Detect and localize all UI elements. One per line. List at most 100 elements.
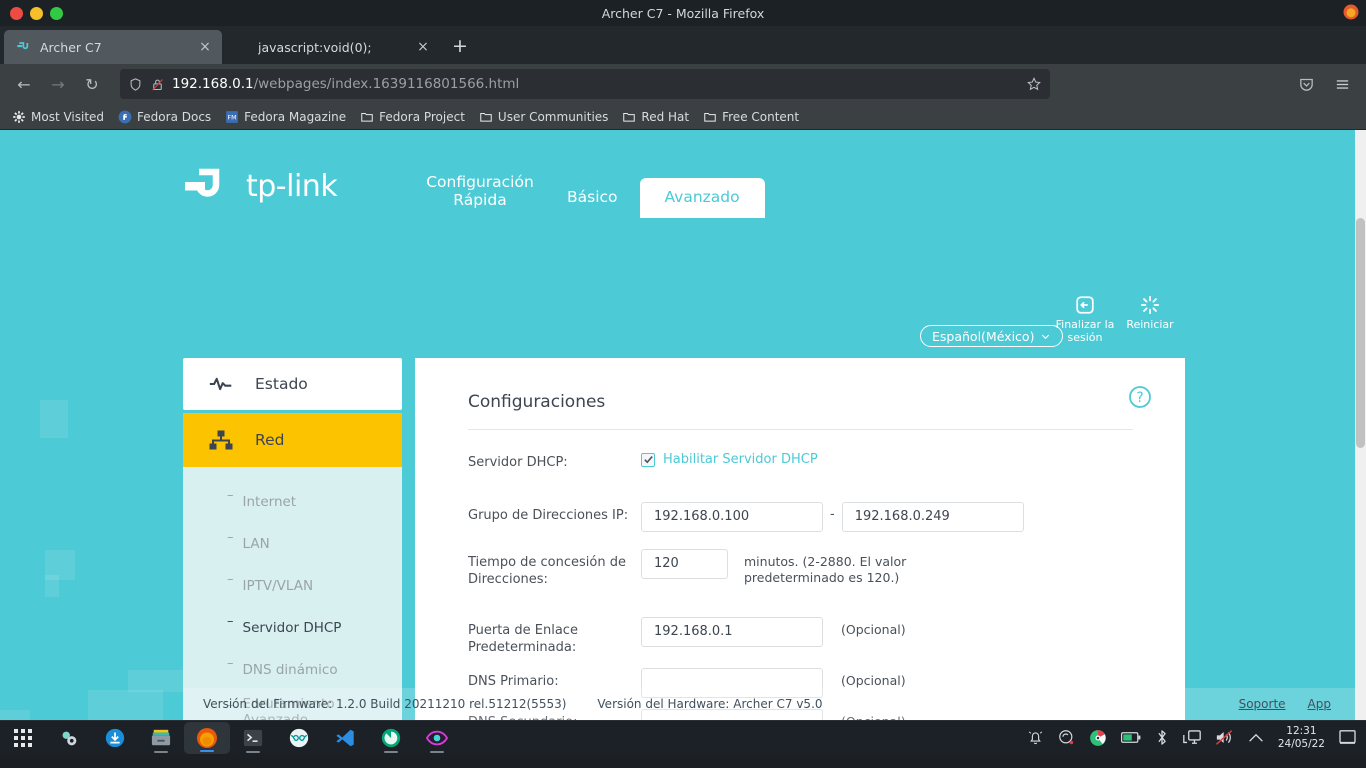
volume-muted-icon[interactable] — [1215, 729, 1234, 746]
terminal-icon — [243, 729, 263, 746]
help-button[interactable]: ? — [1128, 385, 1152, 413]
sidebar-item-internet-label: Internet — [242, 494, 297, 510]
deco-block-2 — [45, 575, 59, 597]
browser-tab-1[interactable]: Archer C7 × — [4, 30, 222, 64]
deco-block-5 — [128, 670, 188, 692]
bookmark-user-communities[interactable]: User Communities — [473, 108, 614, 126]
deco-block-6 — [40, 400, 68, 438]
dash-icon: – — [227, 530, 234, 545]
sidebar-item-servidor-dhcp[interactable]: – Servidor DHCP — [183, 607, 402, 649]
sidebar-item-iptv-vlan[interactable]: – IPTV/VLAN — [183, 565, 402, 607]
ip-pool-end-input[interactable]: 192.168.0.249 — [841, 501, 1024, 532]
url-text: 192.168.0.1/webpages/index.1639116801566… — [172, 76, 1019, 92]
logout-button[interactable]: Finalizar la sesión — [1050, 294, 1120, 344]
bookmark-fedora-project[interactable]: Fedora Project — [354, 108, 471, 126]
reload-button[interactable]: ↻ — [76, 69, 108, 99]
taskbar-app-grid[interactable] — [0, 721, 46, 755]
pocket-icon[interactable] — [1290, 69, 1322, 99]
taskbar-terminal[interactable] — [230, 721, 276, 755]
back-button[interactable]: ← — [8, 69, 40, 99]
taskbar-arduino-ide[interactable] — [276, 721, 322, 755]
url-host: 192.168.0.1 — [172, 76, 254, 92]
circle-dot-icon[interactable] — [1058, 729, 1075, 746]
bookmark-fedora-docs-label: Fedora Docs — [137, 109, 212, 124]
taskbar-settings-gears[interactable] — [46, 721, 92, 755]
running-indicator — [200, 749, 214, 752]
insecure-lock-icon[interactable] — [150, 77, 165, 92]
browser-tab-2[interactable]: javascript:void(0); × — [222, 30, 440, 64]
bookmark-most-visited[interactable]: Most Visited — [6, 108, 110, 126]
bookmark-free-content[interactable]: Free Content — [697, 108, 805, 126]
app-link[interactable]: App — [1308, 697, 1331, 711]
os-taskbar: 12:31 24/05/22 — [0, 720, 1366, 754]
battery-icon[interactable] — [1120, 731, 1141, 744]
support-link[interactable]: Soporte — [1239, 697, 1286, 711]
deco-block-3 — [88, 690, 163, 720]
sidebar-item-estado[interactable]: Estado — [183, 358, 402, 410]
sidebar-item-dns-dinamico[interactable]: – DNS dinámico — [183, 649, 402, 691]
dns-primary-hint: (Opcional) — [841, 672, 906, 688]
tab-avanzado[interactable]: Avanzado — [639, 178, 765, 218]
dhcp-enable-checkbox-row[interactable]: Habilitar Servidor DHCP — [641, 449, 818, 467]
sidebar-item-iptv-vlan-label: IPTV/VLAN — [242, 578, 314, 594]
sidebar-item-dns-dinamico-label: DNS dinámico — [242, 662, 338, 678]
bookmark-fedora-magazine[interactable]: FM Fedora Magazine — [219, 108, 352, 126]
shield-icon[interactable] — [128, 77, 143, 92]
taskbar-download-manager[interactable] — [92, 721, 138, 755]
browser-tab-1-close[interactable]: × — [196, 38, 214, 56]
taskbar-eye-app[interactable] — [414, 721, 460, 755]
notifications-bell-muted-icon[interactable] — [1027, 729, 1044, 746]
footer-links: Soporte App — [1239, 697, 1355, 711]
tab-basico[interactable]: Básico — [545, 178, 640, 218]
network-display-icon[interactable] — [1182, 729, 1201, 746]
green-app-icon — [381, 728, 401, 747]
hamburger-menu-icon[interactable] — [1326, 69, 1358, 99]
tplink-logo-text: tp-link — [246, 168, 338, 204]
sidebar-item-red[interactable]: Red — [183, 413, 402, 467]
sidebar-item-internet[interactable]: – Internet — [183, 481, 402, 523]
dns-primary-label: DNS Primario: — [468, 673, 559, 689]
bluetooth-icon[interactable] — [1155, 729, 1169, 746]
star-icon[interactable] — [1026, 76, 1042, 92]
reboot-label: Reiniciar — [1126, 318, 1174, 331]
blank-favicon-icon — [234, 39, 250, 55]
eye-app-icon — [426, 730, 448, 745]
sidebar-item-lan[interactable]: – LAN — [183, 523, 402, 565]
taskbar-vs-code[interactable] — [322, 721, 368, 755]
taskbar-file-manager[interactable] — [138, 721, 184, 755]
bookmark-most-visited-label: Most Visited — [31, 109, 105, 124]
divider — [468, 429, 1133, 430]
color-app-icon[interactable] — [1089, 729, 1107, 747]
taskbar-clock[interactable]: 12:31 24/05/22 — [1278, 725, 1325, 749]
app-grid-icon — [14, 728, 32, 747]
dhcp-enable-checkbox[interactable] — [641, 452, 655, 467]
field-row-ip-pool: Grupo de Direcciones IP: 192.168.0.100 -… — [468, 501, 1145, 532]
taskbar-green-app[interactable] — [368, 721, 414, 755]
taskbar-firefox[interactable] — [184, 721, 230, 754]
url-bar[interactable]: 192.168.0.1/webpages/index.1639116801566… — [120, 69, 1050, 99]
tab-configuracion-rapida[interactable]: Configuración Rápida — [415, 166, 545, 218]
gateway-input[interactable]: 192.168.0.1 — [641, 616, 823, 647]
show-desktop-button[interactable] — [1339, 730, 1356, 745]
forward-button[interactable]: → — [42, 69, 74, 99]
bookmark-red-hat[interactable]: Red Hat — [616, 108, 695, 126]
language-selector[interactable]: Español(México) — [920, 325, 1064, 347]
scrollbar-thumb[interactable] — [1356, 218, 1365, 448]
browser-tab-2-close[interactable]: × — [414, 38, 432, 56]
new-tab-button[interactable]: + — [444, 30, 476, 62]
ip-pool-start-input[interactable]: 192.168.0.100 — [641, 501, 823, 532]
lease-time-input[interactable]: 120 — [641, 548, 728, 579]
dash-icon: – — [227, 614, 234, 629]
url-path: /webpages/index.1639116801566.html — [253, 76, 520, 92]
tplink-logo-icon — [185, 168, 220, 197]
sidebar-item-servidor-dhcp-label: Servidor DHCP — [242, 620, 342, 636]
bookmark-fedora-docs[interactable]: Fedora Docs — [112, 108, 217, 126]
page-scrollbar[interactable] — [1355, 130, 1366, 720]
show-hidden-chevron-icon[interactable] — [1248, 732, 1264, 744]
svg-text:?: ? — [1136, 390, 1143, 406]
bookmark-user-communities-label: User Communities — [497, 109, 609, 124]
reboot-button[interactable]: Reiniciar — [1115, 294, 1185, 332]
field-row-dhcp-server: Servidor DHCP: Habilitar Servidor DHCP — [468, 449, 1145, 472]
lease-time-label: Tiempo de concesión de Direcciones: — [468, 554, 626, 588]
window-title: Archer C7 - Mozilla Firefox — [601, 5, 765, 21]
